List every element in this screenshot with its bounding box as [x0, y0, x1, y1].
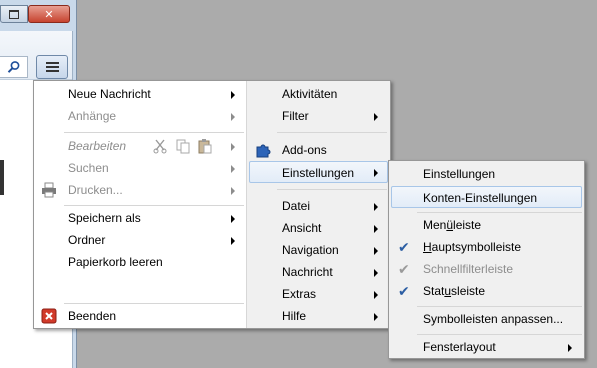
menu-item-drucken[interactable]: Drucken... [34, 179, 246, 201]
chevron-right-icon [374, 203, 378, 211]
submenu-item-symbolleisten-anpassen[interactable]: Symbolleisten anpassen... [391, 308, 582, 330]
menu-item-einstellungen[interactable]: Einstellungen [249, 161, 388, 183]
menu-item-anhaenge[interactable]: Anhänge [34, 105, 246, 127]
checkmark-icon: ✔ [398, 261, 410, 277]
chevron-right-icon [374, 169, 378, 177]
menu-item-navigation[interactable]: Navigation [249, 239, 388, 261]
menu-item-filter[interactable]: Filter [249, 105, 388, 127]
einstellungen-submenu: Einstellungen Konten-Einstellungen Menül… [388, 160, 585, 359]
menu-separator [64, 132, 244, 133]
chevron-right-icon [231, 237, 235, 245]
menu-separator [277, 132, 387, 133]
submenu-item-menueleiste[interactable]: Menüleiste [391, 214, 582, 236]
menu-separator [64, 205, 244, 206]
close-icon: ✕ [44, 8, 54, 21]
menu-item-extras[interactable]: Extras [249, 283, 388, 305]
window-edge [0, 160, 4, 195]
menu-separator [417, 212, 582, 213]
menu-separator [277, 189, 387, 190]
menu-item-hilfe[interactable]: Hilfe [249, 305, 388, 327]
menu-item-aktivitaeten[interactable]: Aktivitäten [249, 83, 388, 105]
menu-separator [417, 306, 582, 307]
menu-item-ordner[interactable]: Ordner [34, 229, 246, 251]
chevron-right-icon [374, 291, 378, 299]
hamburger-menu-icon [46, 62, 59, 64]
chevron-right-icon [231, 165, 235, 173]
cut-icon [153, 139, 167, 154]
chevron-right-icon [231, 215, 235, 223]
printer-icon [42, 182, 56, 198]
chevron-right-icon [374, 313, 378, 321]
menu-item-neue-nachricht[interactable]: Neue Nachricht [34, 83, 246, 105]
menu-item-add-ons[interactable]: Add-ons [249, 139, 388, 161]
app-menu: Neue Nachricht Anhänge Bearbeiten Suchen… [33, 80, 391, 329]
checkmark-icon: ✔ [398, 283, 410, 299]
chevron-right-icon [374, 113, 378, 121]
menu-separator [417, 334, 582, 335]
search-icon [7, 61, 19, 73]
restore-icon [9, 9, 19, 19]
chevron-right-icon [374, 269, 378, 277]
chevron-right-icon [231, 113, 235, 121]
submenu-item-konten-einstellungen[interactable]: Konten-Einstellungen [391, 186, 582, 208]
chevron-right-icon [231, 91, 235, 99]
submenu-item-statusleiste[interactable]: ✔ Statusleiste [391, 280, 582, 302]
chevron-right-icon [568, 344, 572, 352]
chevron-right-icon [374, 247, 378, 255]
submenu-item-hauptsymbolleiste[interactable]: ✔ Hauptsymbolleiste [391, 236, 582, 258]
app-menu-left-column: Neue Nachricht Anhänge Bearbeiten Suchen… [34, 81, 247, 328]
paste-icon [198, 139, 212, 154]
menu-separator [64, 303, 244, 304]
submenu-item-fensterlayout[interactable]: Fensterlayout [391, 336, 582, 358]
quit-icon [41, 308, 57, 324]
menu-item-beenden[interactable]: Beenden [34, 305, 246, 327]
menu-item-bearbeiten[interactable]: Bearbeiten [34, 135, 246, 157]
restore-button[interactable] [0, 5, 28, 23]
close-button[interactable]: ✕ [28, 5, 70, 23]
app-menu-button[interactable] [36, 55, 68, 79]
app-menu-right-column: Aktivitäten Filter Add-ons Einstellungen… [247, 81, 390, 328]
copy-icon [176, 139, 190, 154]
menu-item-suchen[interactable]: Suchen [34, 157, 246, 179]
menu-item-ansicht[interactable]: Ansicht [249, 217, 388, 239]
menu-item-speichern-als[interactable]: Speichern als [34, 207, 246, 229]
menu-item-nachricht[interactable]: Nachricht [249, 261, 388, 283]
chevron-right-icon [231, 143, 235, 151]
menu-item-datei[interactable]: Datei [249, 195, 388, 217]
checkmark-icon: ✔ [398, 239, 410, 255]
puzzle-icon [256, 144, 271, 158]
chevron-right-icon [231, 187, 235, 195]
chevron-right-icon [374, 225, 378, 233]
menu-item-papierkorb-leeren[interactable]: Papierkorb leeren [34, 251, 246, 273]
search-button[interactable] [0, 56, 28, 78]
submenu-item-einstellungen[interactable]: Einstellungen [391, 163, 582, 185]
submenu-item-schnellfilterleiste[interactable]: ✔ Schnellfilterleiste [391, 258, 582, 280]
